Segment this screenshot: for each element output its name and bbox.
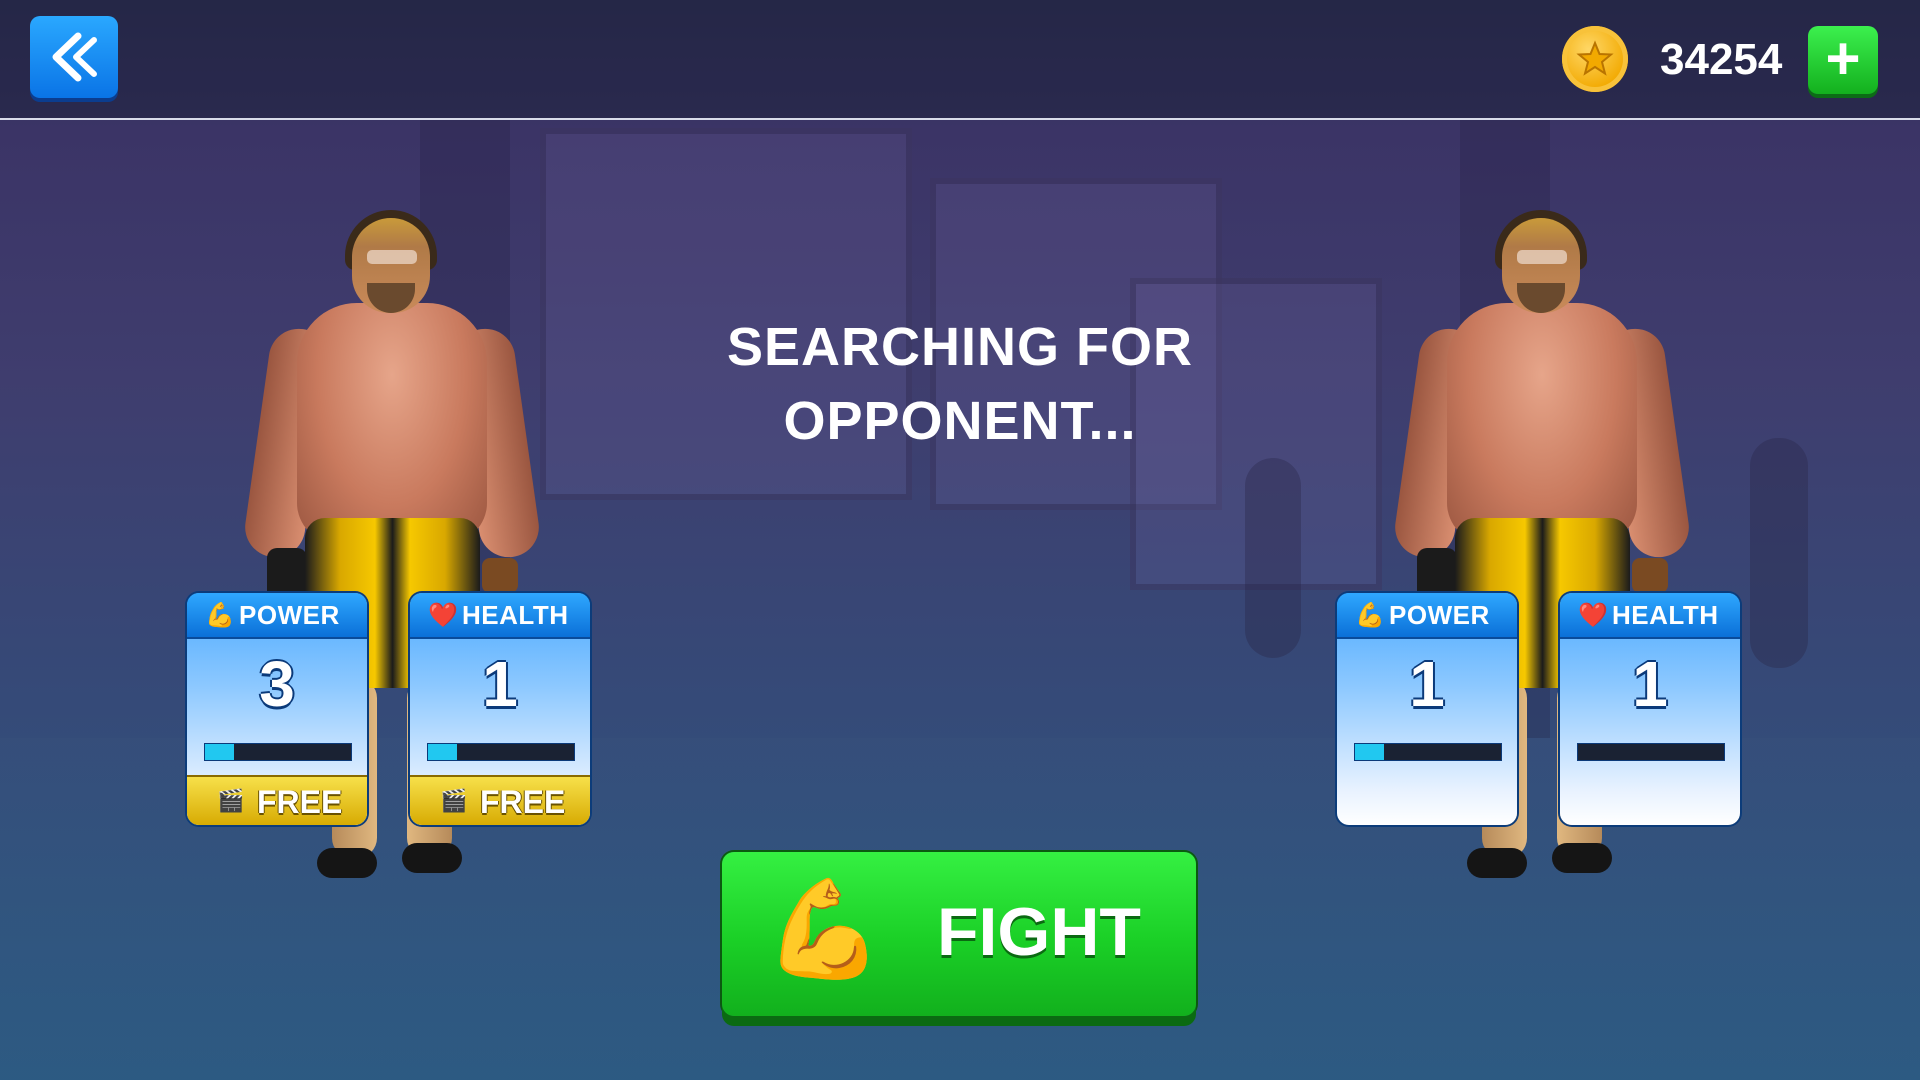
coin-icon <box>1562 26 1628 92</box>
health-label: HEALTH <box>1612 600 1719 630</box>
card-header: 💪 POWER <box>1337 593 1517 639</box>
top-bar: 34254 + <box>0 0 1920 120</box>
player-power-card: 💪 POWER 3 🎬 FREE <box>187 593 367 825</box>
coin-balance: 34254 <box>1660 35 1783 84</box>
power-free-upgrade-button[interactable]: 🎬 FREE <box>187 775 367 825</box>
power-progress-fill <box>205 744 235 760</box>
flexed-biceps-icon: 💪 <box>205 601 235 629</box>
status-line-1: SEARCHING FOR <box>726 317 1193 377</box>
health-progress-bar <box>427 743 575 761</box>
health-progress-fill <box>428 744 458 760</box>
status-line-2: OPPONENT... <box>783 391 1137 451</box>
back-button[interactable] <box>30 16 118 98</box>
power-progress-bar <box>204 743 352 761</box>
power-value: 1 <box>1409 648 1445 720</box>
plus-icon: + <box>1825 25 1861 92</box>
health-value: 1 <box>482 648 518 720</box>
flexed-biceps-icon: 💪 <box>1355 601 1385 629</box>
double-chevron-left-icon <box>52 32 97 82</box>
matchmaking-status: SEARCHING FOR OPPONENT... <box>700 310 1220 458</box>
fight-label: FIGHT <box>937 894 1141 970</box>
heart-icon: ❤️ <box>1578 601 1608 629</box>
flexed-biceps-icon: 💪 <box>764 873 884 985</box>
player-health-card: ❤️ HEALTH 1 🎬 FREE <box>410 593 590 825</box>
power-label: POWER <box>1389 600 1490 630</box>
card-header: 💪 POWER <box>187 593 367 639</box>
punching-bag <box>1750 438 1808 668</box>
fight-button[interactable]: 💪 FIGHT <box>722 852 1196 1016</box>
health-value: 1 <box>1632 648 1668 720</box>
video-ad-icon: 🎬 <box>440 789 468 814</box>
health-label: HEALTH <box>462 600 569 630</box>
card-header: ❤️ HEALTH <box>410 593 590 639</box>
punching-bag <box>1245 458 1301 658</box>
power-progress-bar <box>1354 743 1502 761</box>
power-value: 3 <box>259 648 295 720</box>
health-free-upgrade-button[interactable]: 🎬 FREE <box>410 775 590 825</box>
heart-icon: ❤️ <box>428 601 458 629</box>
opponent-health-card: ❤️ HEALTH 1 <box>1560 593 1740 825</box>
free-label: FREE <box>257 784 343 820</box>
card-header: ❤️ HEALTH <box>1560 593 1740 639</box>
power-progress-fill <box>1355 744 1385 760</box>
add-coins-button[interactable]: + <box>1808 26 1878 94</box>
opponent-power-card: 💪 POWER 1 <box>1337 593 1517 825</box>
health-progress-bar <box>1577 743 1725 761</box>
free-label: FREE <box>480 784 566 820</box>
video-ad-icon: 🎬 <box>217 789 245 814</box>
power-label: POWER <box>239 600 340 630</box>
